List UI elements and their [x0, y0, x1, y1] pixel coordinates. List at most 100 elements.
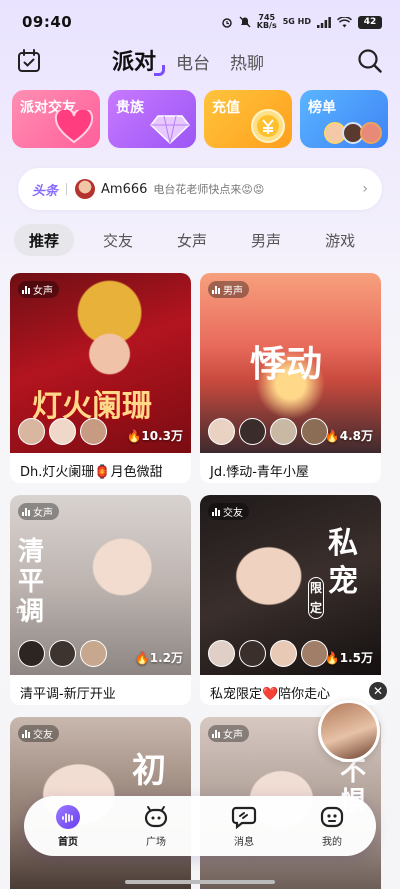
recharge-card[interactable]: 充值 [204, 90, 292, 148]
status-bar: 09:40 745 KB/s 5G HD 42 [0, 0, 400, 44]
cover-text: 悸动 [250, 343, 323, 385]
divider [66, 183, 68, 195]
avatar [80, 640, 107, 667]
room-tag: 女声 [18, 281, 59, 298]
room-tag: 男声 [208, 281, 249, 298]
coin-icon [251, 109, 285, 143]
tab-male-voice[interactable]: 男声 [236, 224, 296, 256]
room-tag-label: 女声 [33, 286, 53, 297]
room-tag-label: 男声 [223, 286, 243, 297]
room-heat: 🔥1.5万 [324, 651, 373, 665]
nav-messages[interactable]: 消息 [200, 796, 288, 856]
rank-avatar [360, 122, 382, 144]
room-avatars [18, 418, 107, 445]
tab-hot-chat[interactable]: 热聊 [230, 49, 264, 74]
ranking-card[interactable]: 榜单 [300, 90, 388, 148]
status-icons: 745 KB/s 5G HD 42 [221, 14, 382, 30]
cover-text: 私宠 [328, 526, 358, 599]
home-icon [56, 805, 80, 829]
room-tag: 女声 [18, 503, 59, 520]
room-card[interactable]: 女声 清平调 nice 🔥1.2万 清平调-新厅开业 [10, 495, 191, 705]
tab-party[interactable]: 派对 [112, 44, 166, 76]
room-card[interactable]: 男声 悸动 🔥4.8万 Jd.悸动-青年小屋 [200, 273, 381, 483]
plaza-icon [144, 806, 168, 828]
room-avatars [208, 640, 328, 667]
network-type: 5G HD [282, 17, 311, 26]
avatar [208, 640, 235, 667]
tab-friends[interactable]: 交友 [88, 224, 148, 256]
room-card[interactable]: 女声 灯火阑珊 🔥10.3万 Dh.灯火阑珊🏮月色微甜 [10, 273, 191, 483]
tab-female-voice[interactable]: 女声 [162, 224, 222, 256]
tab-recommend[interactable]: 推荐 [14, 224, 75, 256]
top-tabs: 派对 电台 热聊 [112, 44, 264, 76]
avatar [80, 418, 107, 445]
avatar [18, 640, 45, 667]
nav-plaza-label: 广场 [146, 837, 166, 848]
avatar [208, 418, 235, 445]
search-icon[interactable] [356, 47, 384, 75]
cover-subtext: nice [16, 603, 40, 616]
signal-icon [317, 16, 331, 28]
avatar [239, 640, 266, 667]
avatar [270, 640, 297, 667]
headline-tag: 头条 [32, 183, 59, 199]
room-tag-label: 女声 [223, 730, 243, 741]
net-speed: 745 KB/s [257, 14, 277, 30]
audio-bars-icon [22, 285, 30, 294]
audio-bars-icon [22, 507, 30, 516]
wifi-icon [337, 16, 352, 27]
alarm-icon [222, 18, 232, 28]
cover-text: 初 [132, 751, 166, 791]
headline-banner[interactable]: 头条 Am666 电台花老师快点来😡😡 › [18, 168, 382, 210]
room-title: Jd.悸动-青年小屋 [210, 465, 309, 480]
ranking-label: 榜单 [308, 100, 336, 116]
profile-icon [320, 806, 344, 828]
message-icon [231, 806, 257, 830]
room-tag: 交友 [208, 503, 249, 520]
avatar [270, 418, 297, 445]
nobility-card[interactable]: 贵族 [108, 90, 196, 148]
audio-bars-icon [22, 729, 30, 738]
avatar [239, 418, 266, 445]
room-card[interactable]: 交友 私宠 限定 🔥1.5万 私宠限定❤️陪你走心 [200, 495, 381, 705]
nav-messages-label: 消息 [234, 837, 254, 848]
room-tag-label: 交友 [223, 508, 243, 519]
diamond-icon [150, 115, 190, 144]
nav-plaza[interactable]: 广场 [112, 796, 200, 856]
room-title: 清平调-新厅开业 [20, 687, 116, 702]
heart-icon [54, 110, 94, 144]
feature-cards: 派对交友 贵族 充值 榜单 [12, 90, 388, 148]
nav-profile[interactable]: 我的 [288, 796, 376, 856]
tab-more[interactable]: 关 [384, 224, 400, 256]
tab-games[interactable]: 游戏 [310, 224, 370, 256]
room-tag-label: 交友 [33, 730, 53, 741]
room-heat: 🔥4.8万 [324, 429, 373, 443]
room-cover: 交友 私宠 限定 🔥1.5万 [200, 495, 381, 675]
party-friends-card[interactable]: 派对交友 [12, 90, 100, 148]
floating-room-avatar[interactable] [318, 700, 380, 762]
nav-home[interactable]: 首页 [24, 796, 112, 856]
nobility-label: 贵族 [116, 100, 144, 116]
status-time: 09:40 [22, 13, 73, 31]
avatar [49, 640, 76, 667]
ranking-avatars [324, 122, 382, 144]
avatar [49, 418, 76, 445]
home-indicator[interactable] [125, 880, 275, 884]
room-avatars [208, 418, 328, 445]
room-cover: 男声 悸动 🔥4.8万 [200, 273, 381, 453]
calendar-checkin-icon[interactable] [16, 48, 42, 74]
close-icon[interactable]: ✕ [369, 682, 387, 700]
battery-indicator: 42 [358, 15, 382, 29]
room-cover: 女声 灯火阑珊 🔥10.3万 [10, 273, 191, 453]
audio-bars-icon [212, 285, 220, 294]
room-heat: 🔥10.3万 [126, 429, 183, 443]
recharge-label: 充值 [212, 100, 240, 116]
audio-bars-icon [212, 729, 220, 738]
room-avatars [18, 640, 107, 667]
room-heat: 🔥1.2万 [134, 651, 183, 665]
nav-home-label: 首页 [58, 837, 78, 848]
headline-avatar [75, 179, 96, 199]
tab-radio[interactable]: 电台 [176, 49, 210, 74]
chevron-right-icon: › [362, 181, 368, 197]
room-tag: 交友 [18, 725, 59, 742]
